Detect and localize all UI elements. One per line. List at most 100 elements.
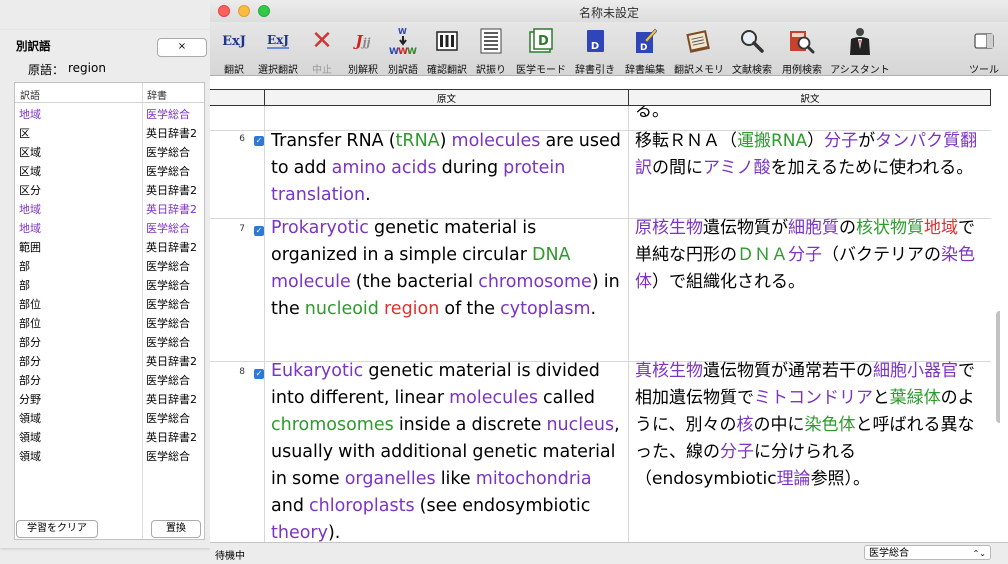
source-text[interactable]: Prokaryotic genetic material is organize…	[271, 215, 626, 323]
dictionary-cell: 医学総合	[146, 412, 190, 425]
list-item[interactable]: 領域 医学総合	[15, 445, 204, 464]
example-search-button[interactable]: 用例検索	[778, 24, 826, 76]
dictionary-cell: 英日辞書2	[146, 355, 197, 368]
dictionary-cell: 英日辞書2	[146, 203, 197, 216]
term-cell: 領域	[19, 431, 41, 444]
dictionary-cell: 医学総合	[146, 450, 190, 463]
status-bar: 待機中 医学総合 ⌃⌄	[210, 542, 1008, 564]
target-text[interactable]: 原核生物遺伝物質が細胞質の核状物質地域で単純な円形のＤＮＡ分子（バクテリアの染色…	[635, 215, 985, 296]
list-item[interactable]: 領域 英日辞書2	[15, 426, 204, 445]
term-cell: 地域	[19, 108, 41, 121]
term-cell: 領域	[19, 412, 41, 425]
alternate-interpretation-icon: Jjj	[355, 32, 371, 50]
window-title: 名称未設定	[578, 6, 639, 20]
selection-translate-button[interactable]: ExJ 選択翻訳	[254, 24, 302, 76]
list-item[interactable]: 区分 英日辞書2	[15, 179, 204, 198]
dictionary-cell: 医学総合	[146, 108, 190, 121]
dictionary-cell: 英日辞書2	[146, 127, 197, 140]
translate-button[interactable]: ExJ 翻訳	[216, 24, 252, 77]
list-item[interactable]: 地域 医学総合	[15, 217, 204, 236]
dictionary-cell: 医学総合	[146, 374, 190, 387]
dictionary-lookup-icon: D	[580, 28, 610, 54]
source-column-header: 原文	[436, 94, 456, 105]
medical-mode-button[interactable]: D 医学モード	[513, 24, 569, 76]
term-cell: 領域	[19, 450, 41, 463]
svg-text:D: D	[640, 43, 647, 53]
stop-x-icon: ✕	[311, 26, 333, 56]
dictionary-cell: 医学総合	[146, 336, 190, 349]
segment-number: 6	[239, 134, 245, 144]
list-item[interactable]: 地域 英日辞書2	[15, 198, 204, 217]
dictionary-select[interactable]: 医学総合 ⌃⌄	[864, 545, 991, 560]
term-cell: 地域	[19, 203, 41, 216]
dictionary-cell: 医学総合	[146, 317, 190, 330]
term-cell: 部分	[19, 355, 41, 368]
term-cell: 分野	[19, 393, 41, 406]
dictionary-cell: 医学総合	[146, 260, 190, 273]
segment-checkbox[interactable]: ✓	[254, 136, 264, 146]
term-cell: 部分	[19, 374, 41, 387]
replace-button[interactable]: 置換	[151, 520, 201, 538]
dictionary-edit-button[interactable]: D 辞書編集	[622, 24, 668, 76]
list-item[interactable]: 部分 英日辞書2	[15, 350, 204, 369]
translation-document[interactable]: る。 6 ✓ Transfer RNA (tRNA) molecules are…	[210, 106, 1000, 542]
list-item[interactable]: 部 医学総合	[15, 255, 204, 274]
assistant-person-icon	[845, 28, 875, 55]
list-item[interactable]: 部分 医学総合	[15, 369, 204, 388]
list-item[interactable]: 部 医学総合	[15, 274, 204, 293]
term-cell: 部分	[19, 336, 41, 349]
target-text[interactable]: 真核生物遺伝物質が通常若干の細胞小器官で相加遺伝物質でミトコンドリアと葉緑体のよ…	[635, 358, 985, 493]
list-item[interactable]: 部位 医学総合	[15, 312, 204, 331]
segment-checkbox[interactable]: ✓	[254, 226, 264, 236]
assistant-button[interactable]: アシスタント	[829, 24, 891, 76]
dictionary-cell: 医学総合	[146, 222, 190, 235]
segment-number: 8	[239, 367, 245, 377]
parallel-text-button[interactable]: 訳振り	[473, 24, 509, 76]
magnifier-search-icon	[737, 28, 767, 54]
clear-learning-button[interactable]: 学習をクリア	[16, 520, 98, 538]
list-item[interactable]: 領域 医学総合	[15, 407, 204, 426]
list-item[interactable]: 部位 医学総合	[15, 293, 204, 312]
panel-title: 別訳語	[16, 39, 51, 53]
alternate-terms-panel: 別訳語 × 原語： region 訳語 辞書 地域 医学総合区英日辞書2 区域 医学総…	[0, 30, 211, 548]
term-cell: 範囲	[19, 241, 41, 254]
dictionary-lookup-button[interactable]: D 辞書引き	[572, 24, 618, 76]
term-cell: 部位	[19, 298, 41, 311]
target-column-header: 訳文	[800, 94, 820, 105]
column-header-translation[interactable]: 訳語	[20, 87, 40, 102]
term-cell: 区分	[19, 184, 41, 197]
source-text[interactable]: Transfer RNA (tRNA) molecules are used t…	[271, 128, 626, 209]
svg-text:D: D	[538, 34, 549, 49]
panel-close-button[interactable]: ×	[157, 38, 207, 57]
alternate-interpretation-button[interactable]: Jjj 別解釈	[344, 24, 382, 76]
term-cell: 地域	[19, 222, 41, 235]
list-item[interactable]: 区域 医学総合	[15, 160, 204, 179]
column-header-bar: 原文 訳文	[210, 89, 991, 106]
segment-checkbox[interactable]: ✓	[254, 369, 264, 379]
term-cell: 区	[19, 127, 30, 140]
segment-row: 6 ✓ Transfer RNA (tRNA) molecules are us…	[210, 130, 991, 219]
list-item[interactable]: 区域 医学総合	[15, 141, 204, 160]
translation-memory-button[interactable]: 翻訳メモリ	[672, 24, 726, 76]
source-text[interactable]: Eukaryotic genetic material is divided i…	[271, 358, 626, 542]
dictionary-select-value: 医学総合	[869, 548, 909, 559]
list-item[interactable]: 区 英日辞書2	[15, 122, 204, 141]
column-header-dictionary[interactable]: 辞書	[147, 87, 167, 102]
title-bar: 名称未設定	[210, 0, 1008, 22]
list-item[interactable]: 範囲 英日辞書2	[15, 236, 204, 255]
target-text[interactable]: 移転ＲＮＡ（運搬RNA）分子がタンパク質翻訳の間にアミノ酸を加えるために使われる…	[635, 128, 985, 182]
list-item[interactable]: 分野 英日辞書2	[15, 388, 204, 407]
literature-search-button[interactable]: 文献検索	[729, 24, 775, 76]
term-cell: 部位	[19, 317, 41, 330]
source-term-value: region	[68, 61, 106, 75]
list-item[interactable]: 地域 医学総合	[15, 103, 204, 122]
confirm-translate-button[interactable]: 確認翻訳	[425, 24, 469, 76]
list-item[interactable]: 部分 医学総合	[15, 331, 204, 350]
alternate-terms-button[interactable]: WWWW 別訳語	[385, 24, 421, 76]
stop-button[interactable]: ✕ 中止	[306, 24, 338, 76]
tools-button[interactable]: ツール	[964, 24, 1004, 76]
table-body: 地域 医学総合区英日辞書2 区域 医学総合 区域 医学総合 区分 英日辞書2 地域 英日辞書2 地域…	[15, 103, 204, 464]
vertical-scrollbar[interactable]	[996, 311, 1000, 423]
target-text[interactable]: る。	[635, 106, 985, 125]
svg-text:W: W	[407, 47, 417, 56]
